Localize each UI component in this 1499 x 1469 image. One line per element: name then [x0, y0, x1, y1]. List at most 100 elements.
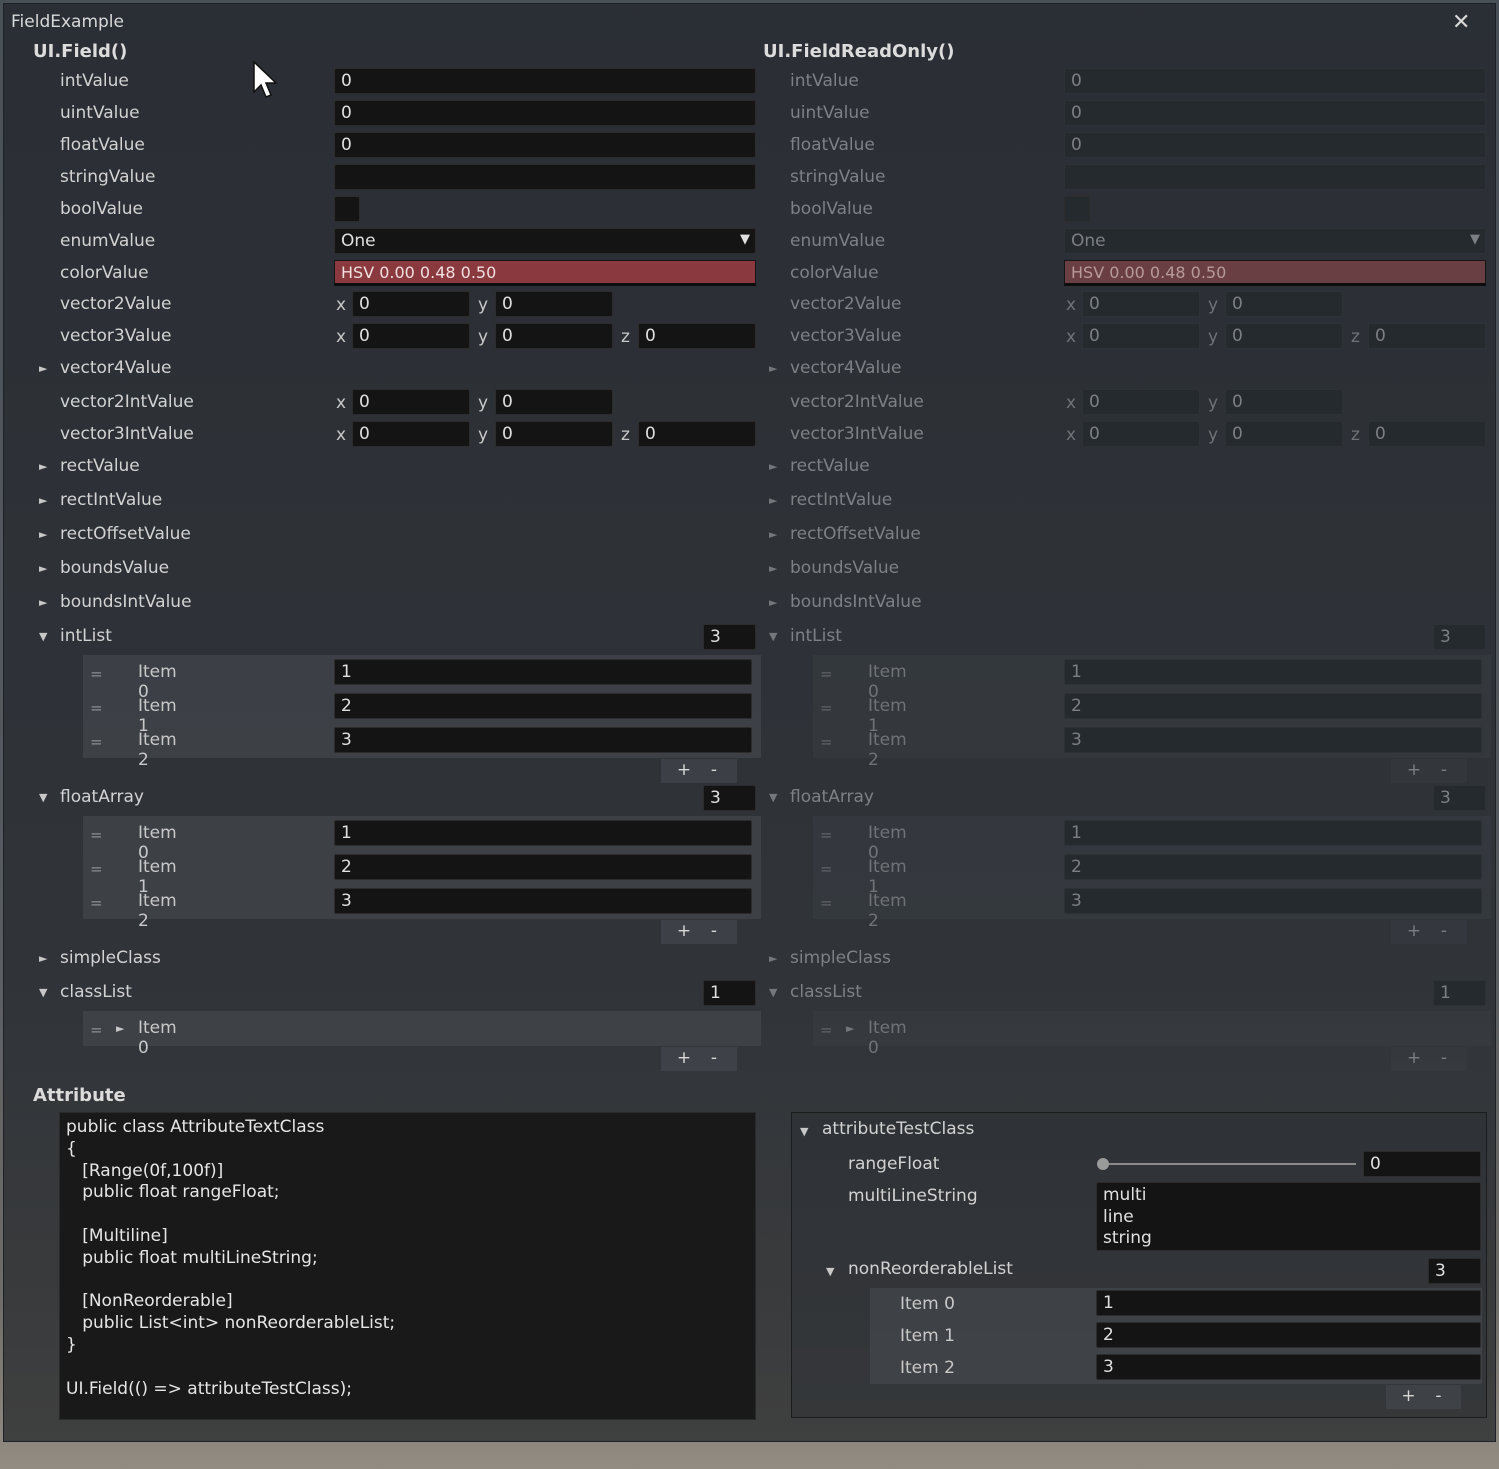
vector3IntValue-z-input[interactable]: 0 [1368, 421, 1486, 447]
add-item-button[interactable]: + [1394, 1385, 1424, 1407]
expand-arrow-icon[interactable]: ► [39, 460, 47, 473]
vector3IntValue-x-input[interactable]: 0 [352, 421, 470, 447]
list-item-input[interactable]: 2 [334, 854, 752, 880]
drag-handle-icon[interactable]: = [820, 735, 833, 750]
expand-arrow-icon[interactable]: ► [39, 952, 47, 965]
vector3Value-y-input[interactable]: 0 [495, 323, 613, 349]
list-item-input[interactable]: 3 [1064, 727, 1482, 753]
add-item-button[interactable]: + [1399, 920, 1429, 942]
drag-handle-icon[interactable]: = [90, 701, 103, 716]
vector3IntValue-y-input[interactable]: 0 [495, 421, 613, 447]
stringValue-input[interactable] [1064, 164, 1486, 190]
expand-arrow-icon[interactable]: ► [769, 596, 777, 609]
bool-value-checkbox[interactable] [334, 196, 360, 222]
stringValue-input[interactable] [334, 164, 756, 190]
expand-arrow-icon[interactable]: ▼ [769, 986, 777, 999]
floatValue-input[interactable]: 0 [1064, 132, 1486, 158]
add-item-button[interactable]: + [1399, 759, 1429, 781]
list-item-input[interactable]: 2 [334, 693, 752, 719]
expand-arrow-icon[interactable]: ► [769, 494, 777, 507]
non-reorderable-list-count[interactable]: 3 [1428, 1258, 1481, 1284]
vector2Value-y-input[interactable]: 0 [495, 291, 613, 317]
remove-item-button[interactable]: - [699, 920, 729, 942]
uintValue-input[interactable]: 0 [334, 100, 756, 126]
expand-arrow-icon[interactable]: ▼ [39, 791, 47, 804]
list-item-input[interactable]: 1 [1064, 820, 1482, 846]
list-item-input[interactable]: 3 [1096, 1354, 1481, 1380]
add-item-button[interactable]: + [669, 1047, 699, 1069]
list-item-input[interactable]: 3 [334, 727, 752, 753]
list-item-input[interactable]: 1 [1064, 659, 1482, 685]
vector2Value-x-input[interactable]: 0 [352, 291, 470, 317]
remove-item-button[interactable]: - [1429, 1047, 1459, 1069]
remove-item-button[interactable]: - [1424, 1385, 1454, 1407]
vector3IntValue-x-input[interactable]: 0 [1082, 421, 1200, 447]
vector3Value-x-input[interactable]: 0 [1082, 323, 1200, 349]
drag-handle-icon[interactable]: = [820, 1023, 833, 1038]
drag-handle-icon[interactable]: = [820, 862, 833, 877]
expand-arrow-icon[interactable]: ► [769, 460, 777, 473]
intList-count-input[interactable]: 3 [703, 624, 756, 650]
list-item-input[interactable]: 3 [334, 888, 752, 914]
drag-handle-icon[interactable]: = [90, 896, 103, 911]
list-item-input[interactable]: 1 [334, 659, 752, 685]
list-item-input[interactable]: 1 [1096, 1290, 1481, 1316]
drag-handle-icon[interactable]: = [90, 735, 103, 750]
vector2IntValue-y-input[interactable]: 0 [1225, 389, 1343, 415]
intList-count-input[interactable]: 3 [1433, 624, 1486, 650]
expand-arrow-icon[interactable]: ► [116, 1022, 124, 1035]
list-item-input[interactable]: 3 [1064, 888, 1482, 914]
enum-value-dropdown[interactable]: One ▼ [1064, 228, 1486, 254]
range-float-input[interactable]: 0 [1363, 1151, 1481, 1177]
expand-arrow-icon[interactable]: ► [39, 362, 47, 375]
range-float-slider-track[interactable] [1103, 1163, 1356, 1165]
vector2IntValue-x-input[interactable]: 0 [1082, 389, 1200, 415]
classList-count-input[interactable]: 1 [1433, 980, 1486, 1006]
vector2IntValue-y-input[interactable]: 0 [495, 389, 613, 415]
expand-arrow-icon[interactable]: ▼ [769, 630, 777, 643]
intValue-input[interactable]: 0 [334, 68, 756, 94]
expand-arrow-icon[interactable]: ► [769, 528, 777, 541]
expand-arrow-icon[interactable]: ► [39, 528, 47, 541]
list-item-input[interactable]: 2 [1096, 1322, 1481, 1348]
expand-arrow-icon[interactable]: ▼ [826, 1265, 834, 1278]
vector2Value-x-input[interactable]: 0 [1082, 291, 1200, 317]
bool-value-checkbox[interactable] [1064, 196, 1090, 222]
vector3IntValue-z-input[interactable]: 0 [638, 421, 756, 447]
expand-arrow-icon[interactable]: ► [39, 494, 47, 507]
expand-arrow-icon[interactable]: ▼ [39, 630, 47, 643]
add-item-button[interactable]: + [669, 920, 699, 942]
add-item-button[interactable]: + [1399, 1047, 1429, 1069]
vector3Value-z-input[interactable]: 0 [1368, 323, 1486, 349]
expand-arrow-icon[interactable]: ► [39, 596, 47, 609]
vector3Value-x-input[interactable]: 0 [352, 323, 470, 349]
drag-handle-icon[interactable]: = [820, 828, 833, 843]
vector3Value-y-input[interactable]: 0 [1225, 323, 1343, 349]
drag-handle-icon[interactable]: = [90, 828, 103, 843]
remove-item-button[interactable]: - [699, 1047, 729, 1069]
multi-line-string-input[interactable]: multi line string [1096, 1182, 1481, 1251]
vector3IntValue-y-input[interactable]: 0 [1225, 421, 1343, 447]
drag-handle-icon[interactable]: = [90, 862, 103, 877]
drag-handle-icon[interactable]: = [820, 896, 833, 911]
intValue-input[interactable]: 0 [1064, 68, 1486, 94]
add-item-button[interactable]: + [669, 759, 699, 781]
floatValue-input[interactable]: 0 [334, 132, 756, 158]
enum-value-dropdown[interactable]: One ▼ [334, 228, 756, 254]
list-item-input[interactable]: 2 [1064, 693, 1482, 719]
color-value-field[interactable]: HSV 0.00 0.48 0.50 [334, 260, 756, 286]
color-value-field[interactable]: HSV 0.00 0.48 0.50 [1064, 260, 1486, 286]
vector3Value-z-input[interactable]: 0 [638, 323, 756, 349]
drag-handle-icon[interactable]: = [820, 667, 833, 682]
range-float-slider-knob[interactable] [1097, 1158, 1109, 1170]
vector2IntValue-x-input[interactable]: 0 [352, 389, 470, 415]
expand-arrow-icon[interactable]: ► [769, 362, 777, 375]
drag-handle-icon[interactable]: = [820, 701, 833, 716]
expand-arrow-icon[interactable]: ▼ [39, 986, 47, 999]
expand-arrow-icon[interactable]: ► [769, 952, 777, 965]
expand-arrow-icon[interactable]: ▼ [769, 791, 777, 804]
drag-handle-icon[interactable]: = [90, 1023, 103, 1038]
remove-item-button[interactable]: - [1429, 759, 1459, 781]
vector2Value-y-input[interactable]: 0 [1225, 291, 1343, 317]
drag-handle-icon[interactable]: = [90, 667, 103, 682]
